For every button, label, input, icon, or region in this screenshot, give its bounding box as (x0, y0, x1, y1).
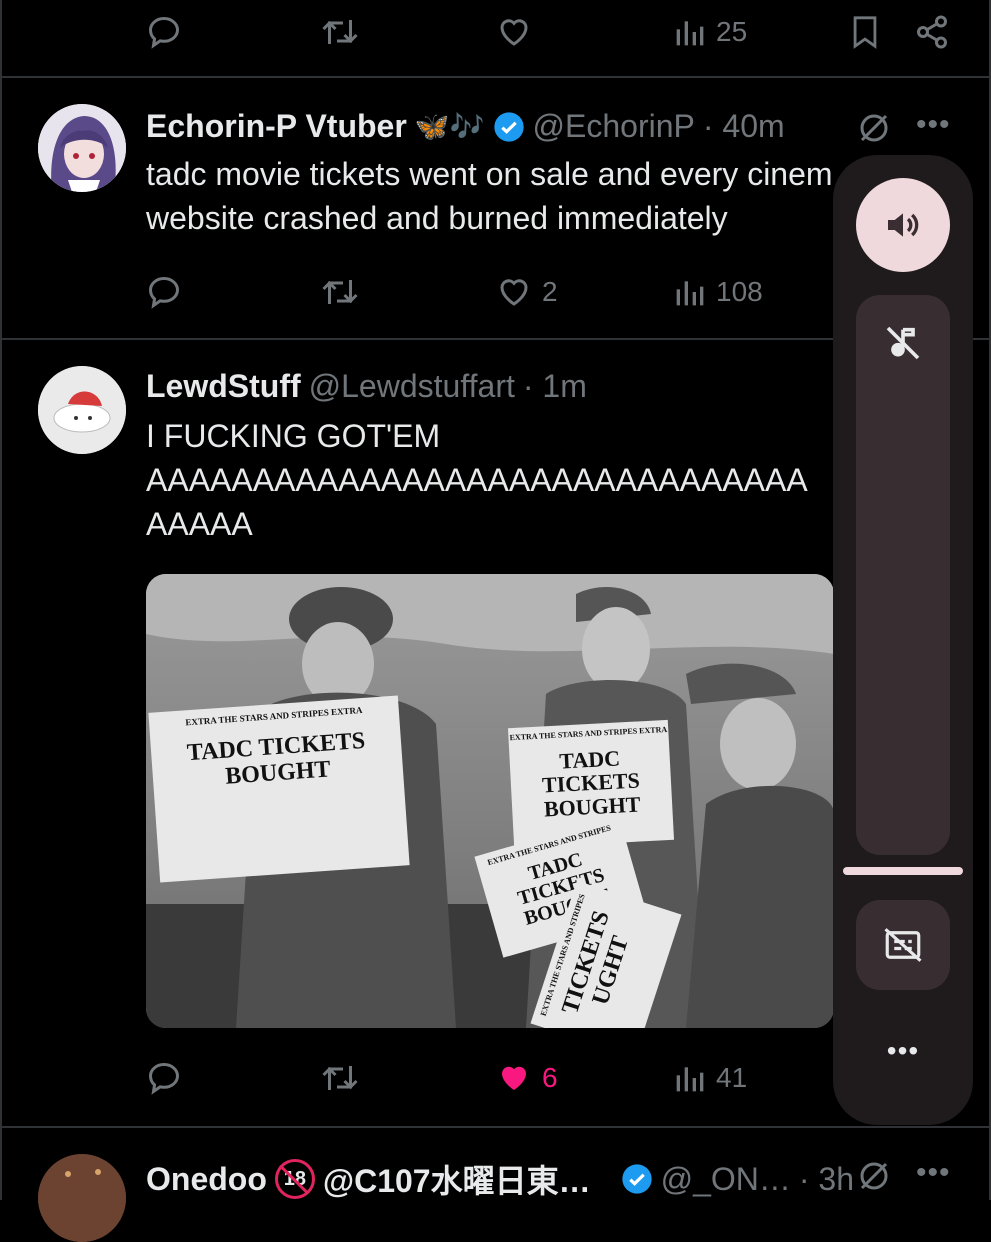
retweet-button[interactable] (320, 2, 360, 62)
tweet-text-line: tadc movie tickets went on sale and ever… (146, 156, 833, 192)
tweet-header: Onedoo 18 @C107水曜日東… @_ON… · 3h (146, 1156, 854, 1202)
like-button[interactable] (496, 2, 532, 62)
bar-chart-icon (676, 21, 704, 46)
retweet-icon (322, 1066, 358, 1090)
retweet-button[interactable] (320, 262, 360, 322)
reply-button[interactable] (146, 2, 182, 62)
views-button[interactable]: 25 (674, 2, 747, 62)
like-count: 2 (542, 276, 558, 307)
reply-icon (148, 16, 180, 49)
timestamp[interactable]: · 40m (703, 108, 785, 145)
handle[interactable]: @_ON… (661, 1161, 791, 1198)
reply-button[interactable] (146, 262, 182, 322)
retweet-button[interactable] (320, 1048, 360, 1108)
media-volume-slider[interactable] (856, 295, 950, 855)
speaker-icon (888, 213, 919, 237)
volume-more-button[interactable]: ••• (833, 1035, 973, 1067)
retweet-icon (322, 20, 358, 44)
display-name[interactable]: Echorin-P Vtuber (146, 108, 407, 145)
name-emoji: 🦋🎶 (414, 111, 485, 142)
tweet-text-line: AAAAA (146, 506, 253, 542)
reply-icon (148, 276, 180, 309)
divider (0, 76, 991, 78)
tweet-actions: 25 (0, 2, 991, 62)
reply-button[interactable] (146, 1048, 182, 1108)
grok-icon[interactable] (856, 1158, 892, 1194)
tweet-header: Echorin-P Vtuber 🦋🎶 @EchorinP · 40m (146, 108, 785, 145)
avatar-illustration (38, 1154, 126, 1242)
bookmark-button[interactable] (848, 2, 882, 62)
verified-badge-icon (621, 1164, 652, 1194)
heart-filled-icon (502, 1066, 526, 1090)
tweet-header: LewdStuff @Lewdstuffart · 1m (146, 368, 587, 405)
grok-icon[interactable] (856, 110, 892, 146)
avatar-illustration (38, 366, 126, 454)
like-count: 6 (542, 1062, 558, 1093)
more-options-button[interactable]: ••• (916, 108, 951, 142)
more-options-button[interactable]: ••• (916, 1156, 951, 1190)
captions-off-icon (884, 928, 922, 962)
newspaper-headline: TADC TICKETS BOUGHT (541, 745, 642, 822)
tweet-text-line: website crashed and burned immediately (146, 200, 728, 236)
like-button[interactable]: 2 (496, 262, 558, 322)
handle[interactable]: @EchorinP (533, 108, 695, 145)
newspaper: EXTRA THE STARS AND STRIPES EXTRA TADC T… (148, 695, 410, 883)
volume-track[interactable] (843, 867, 963, 875)
bar-chart-icon (676, 1067, 704, 1092)
display-name[interactable]: Onedoo (146, 1161, 267, 1198)
bookmark-icon (853, 16, 877, 49)
views-count: 25 (716, 16, 748, 47)
divider (0, 1126, 991, 1128)
retweet-icon (322, 280, 358, 304)
timestamp[interactable]: · 3h (799, 1161, 854, 1198)
tweet-text-line: AAAAAAAAAAAAAAAAAAAAAAAAAAAAAAA (146, 462, 808, 498)
avatar[interactable] (38, 1154, 126, 1242)
left-border (0, 0, 2, 1200)
tweet-image[interactable]: EXTRA THE STARS AND STRIPES EXTRA TADC T… (146, 574, 834, 1028)
volume-panel: ••• (833, 155, 973, 1125)
share-icon (917, 15, 947, 49)
handle[interactable]: @Lewdstuffart (309, 368, 515, 405)
avatar[interactable] (38, 366, 126, 454)
music-off-icon (886, 326, 920, 360)
views-count: 41 (716, 1062, 748, 1093)
display-name[interactable]: LewdStuff (146, 368, 301, 405)
verified-badge-icon (493, 111, 524, 142)
heart-icon (500, 279, 528, 306)
views-button[interactable]: 41 (674, 1048, 747, 1108)
avatar[interactable] (38, 104, 126, 192)
share-button[interactable] (914, 2, 950, 62)
volume-mode-button[interactable] (856, 178, 950, 272)
reply-icon (148, 1062, 180, 1095)
age-restricted-badge: 18 (274, 1159, 315, 1199)
heart-icon (500, 19, 528, 46)
display-name-rest[interactable]: @C107水曜日東… (323, 1156, 591, 1202)
avatar-illustration (38, 104, 126, 192)
tweet-text-line: I FUCKING GOT'EM (146, 418, 441, 454)
like-button-active[interactable]: 6 (496, 1048, 558, 1108)
timestamp[interactable]: · 1m (523, 368, 587, 405)
live-caption-button[interactable] (856, 900, 950, 990)
views-count: 108 (716, 276, 763, 307)
bar-chart-icon (676, 281, 704, 306)
views-button[interactable]: 108 (674, 262, 763, 322)
